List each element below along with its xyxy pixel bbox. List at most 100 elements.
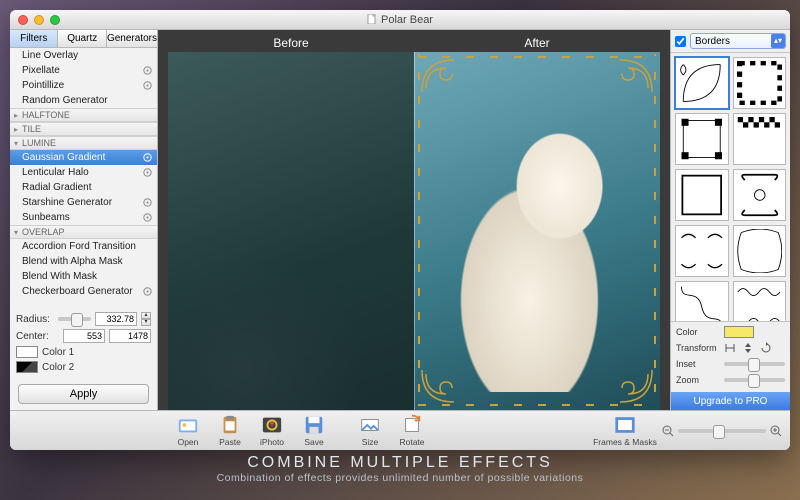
before-after-labels: Before After [168,36,660,52]
group-tile[interactable]: TILE [10,122,157,136]
flip-h-icon[interactable] [724,342,736,354]
save-icon [303,414,325,436]
gear-icon [142,197,153,208]
radius-stepper[interactable]: ▴▾ [141,312,151,326]
paste-button[interactable]: Paste [210,414,250,447]
rotate-icon[interactable] [760,342,772,354]
iphoto-icon [261,414,283,436]
border-params: Color Transform Inset Zoom [671,321,790,392]
border-thumb[interactable] [733,57,787,109]
gear-icon [142,65,153,76]
border-corner-icon [616,56,656,96]
tab-generators[interactable]: Generators [107,30,157,47]
apply-button[interactable]: Apply [18,384,149,404]
gear-icon [142,286,153,297]
list-item[interactable]: Sunbeams [10,210,157,225]
border-thumbnails [671,53,790,321]
group-lumine[interactable]: LUMINE [10,136,157,150]
list-item[interactable]: Checkerboard Generator [10,284,157,299]
color1-swatch[interactable] [16,346,38,358]
border-thumb[interactable] [733,169,787,221]
border-zoom-slider[interactable] [724,378,785,382]
zoom-slider[interactable] [678,429,766,433]
after-half [414,52,660,410]
border-thumb[interactable] [675,113,729,165]
zoom-in-icon[interactable] [770,425,782,437]
radius-label: Radius: [16,314,54,325]
app-window: Polar Bear Filters Quartz Generators Lin… [10,10,790,450]
border-corner-icon [616,366,656,406]
border-corner-icon [418,366,458,406]
left-panel: Filters Quartz Generators Line Overlay P… [10,30,158,410]
tab-quartz[interactable]: Quartz [58,30,106,47]
list-item[interactable]: Pixellate [10,63,157,78]
center-y-field[interactable] [109,329,151,343]
border-thumb[interactable] [733,113,787,165]
group-overlap[interactable]: OVERLAP [10,225,157,239]
list-item[interactable]: Pointillize [10,78,157,93]
gear-icon [142,212,153,223]
list-item[interactable]: Starshine Generator [10,195,157,210]
titlebar: Polar Bear [10,10,790,30]
border-corner-icon [418,56,458,96]
inset-slider[interactable] [724,362,785,366]
list-item[interactable]: Random Generator [10,93,157,108]
border-thumb[interactable] [675,225,729,277]
radius-slider[interactable] [58,317,91,321]
group-halftone[interactable]: HALFTONE [10,108,157,122]
preview-image[interactable] [168,52,660,410]
color2-swatch[interactable] [16,361,38,373]
border-thumb[interactable] [675,169,729,221]
list-item[interactable]: Accordion Ford Transition [10,239,157,254]
size-icon [359,414,381,436]
open-icon [177,414,199,436]
iphoto-button[interactable]: iPhoto [252,414,292,447]
center-x-field[interactable] [63,329,105,343]
rotate-button[interactable]: Rotate [392,414,432,447]
flip-v-icon[interactable] [742,342,754,354]
close-button[interactable] [18,15,28,25]
list-item[interactable]: Line Overlay [10,48,157,63]
open-button[interactable]: Open [168,414,208,447]
before-label: Before [168,36,414,52]
gear-icon [142,152,153,163]
list-item[interactable]: Blend With Mask [10,269,157,284]
border-thumb[interactable] [675,281,729,321]
size-button[interactable]: Size [350,414,390,447]
save-button[interactable]: Save [294,414,334,447]
zoom-button[interactable] [50,15,60,25]
promo-headline: COMBINE MULTIPLE EFFECTS [217,454,584,472]
list-item[interactable]: Gaussian Gradient [10,150,157,165]
filter-tabs: Filters Quartz Generators [10,30,157,48]
gear-icon [142,80,153,91]
list-item[interactable]: Radial Gradient [10,180,157,195]
gear-icon [142,167,153,178]
canvas-area: Before After [158,30,670,410]
border-thumb[interactable] [733,281,787,321]
radius-field[interactable] [95,312,137,326]
filter-params: Radius: ▴▾ Center: Color 1 Co [10,308,157,380]
rotate-icon [401,414,423,436]
border-thumb[interactable] [675,57,729,109]
border-color-swatch[interactable] [724,326,754,338]
window-title: Polar Bear [10,14,790,26]
tab-filters[interactable]: Filters [10,30,58,47]
color1-label: Color 1 [42,347,74,358]
list-item[interactable]: Blend with Alpha Mask [10,254,157,269]
list-item[interactable]: Lenticular Halo [10,165,157,180]
right-panel: Borders ▴▾ Color [670,30,790,410]
before-half [168,52,414,410]
filter-list: Line Overlay Pixellate Pointillize Rando… [10,48,157,308]
borders-checkbox[interactable] [675,36,686,47]
zoom-out-icon[interactable] [662,425,674,437]
borders-select[interactable]: Borders ▴▾ [690,33,786,49]
frames-icon [614,414,636,436]
frames-masks-button[interactable]: Frames & Masks [590,414,660,447]
minimize-button[interactable] [34,15,44,25]
color2-label: Color 2 [42,362,74,373]
transform-label: Transform [676,343,720,353]
upgrade-button[interactable]: Upgrade to PRO [671,392,790,410]
split-divider[interactable] [414,52,415,410]
border-thumb[interactable] [733,225,787,277]
promo-text: COMBINE MULTIPLE EFFECTS Combination of … [217,454,584,484]
